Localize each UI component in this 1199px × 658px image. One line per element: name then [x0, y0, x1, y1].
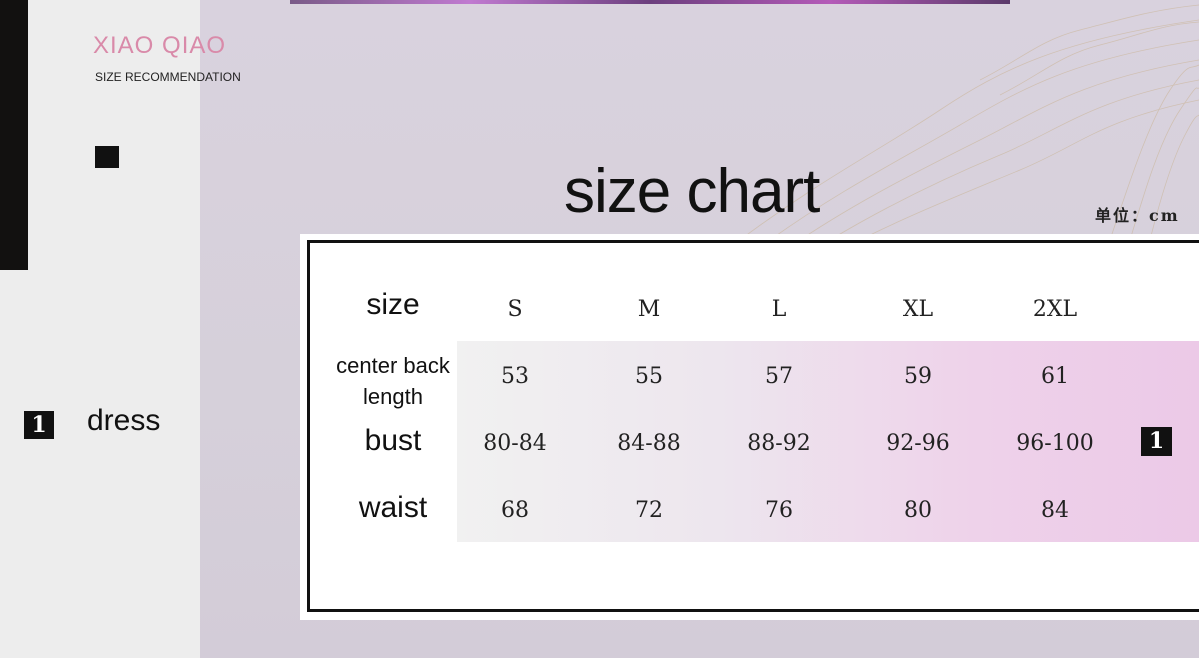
size-header-cell: S — [507, 297, 523, 322]
table-cell: 72 — [635, 498, 663, 523]
table-cell: 59 — [904, 364, 932, 389]
unit-label: 单位：cm — [1095, 206, 1180, 225]
page-title: size chart — [564, 157, 820, 226]
dress-number-badge: 1 — [24, 411, 54, 439]
row-label-bust: bust — [364, 424, 422, 457]
table-cell: 76 — [765, 498, 793, 523]
table-number-badge: 1 — [1141, 427, 1172, 456]
table-cell: 68 — [501, 498, 529, 523]
size-header-cell: XL — [902, 297, 934, 322]
size-header-cell: L — [771, 297, 787, 322]
table-cell: 53 — [501, 364, 529, 389]
size-header-cell: M — [637, 297, 661, 322]
table-cell: 88-92 — [747, 431, 811, 456]
table-cell: 96-100 — [1016, 431, 1094, 456]
table-cell: 84 — [1041, 498, 1069, 523]
square-icon — [95, 146, 119, 168]
category-label: dress — [87, 404, 161, 437]
left-black-bar — [0, 0, 28, 270]
size-header-cell: 2XL — [1032, 297, 1078, 322]
table-cell: 55 — [635, 364, 663, 389]
brand-name: XIAO QIAO — [93, 32, 227, 59]
table-cell: 61 — [1041, 364, 1069, 389]
brand-subtitle: SIZE RECOMMENDATION — [95, 70, 241, 84]
table-cell: 80 — [904, 498, 932, 523]
header-label: size — [366, 288, 420, 321]
table-cell: 57 — [765, 364, 793, 389]
table-cell: 80-84 — [483, 431, 547, 456]
table-cell: 92-96 — [886, 431, 950, 456]
row-label-waist: waist — [358, 491, 428, 524]
left-panel — [0, 0, 200, 658]
table-cell: 84-88 — [617, 431, 681, 456]
row-label-center-back-length: center back length — [336, 353, 450, 409]
